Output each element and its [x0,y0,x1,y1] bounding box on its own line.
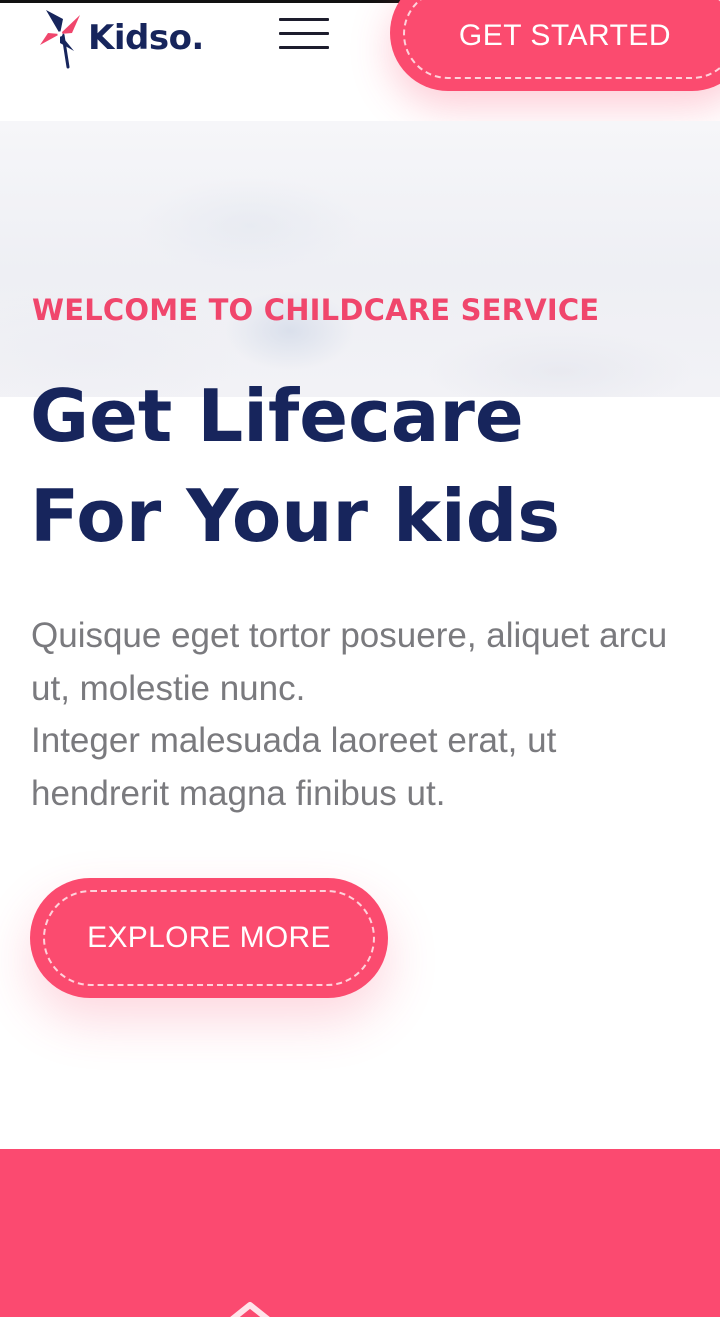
explore-more-button[interactable]: EXPLORE MORE [30,878,388,998]
get-started-label: GET STARTED [458,19,672,52]
hero-eyebrow: WELCOME TO CHILDCARE SERVICE [32,293,600,327]
logo-link[interactable]: Kidso. [36,3,226,73]
description-line-3: Integer malesuada laoreet erat, ut [31,721,557,760]
features-section [0,1149,720,1317]
logo-text: Kidso. [88,18,204,58]
description-line-1: Quisque eget tortor posuere, aliquet arc… [31,616,668,655]
hero-description: Quisque eget tortor posuere, aliquet arc… [31,610,701,820]
home-shape-icon [230,1302,270,1317]
site-header: Kidso. GET STARTED [0,0,720,121]
hamburger-menu-icon[interactable] [279,18,331,54]
explore-more-label: EXPLORE MORE [87,921,331,954]
description-line-4: hendrerit magna finibus ut. [31,773,446,813]
headline-line-1: Get Lifecare [30,374,524,458]
description-line-2: ut, molestie nunc. [31,668,306,708]
pinwheel-icon [40,10,80,69]
get-started-button[interactable]: GET STARTED [390,0,720,91]
hero-background-image [0,121,720,397]
hero-headline: Get Lifecare For Your kids [30,366,560,566]
headline-line-2: For Your kids [30,474,561,558]
